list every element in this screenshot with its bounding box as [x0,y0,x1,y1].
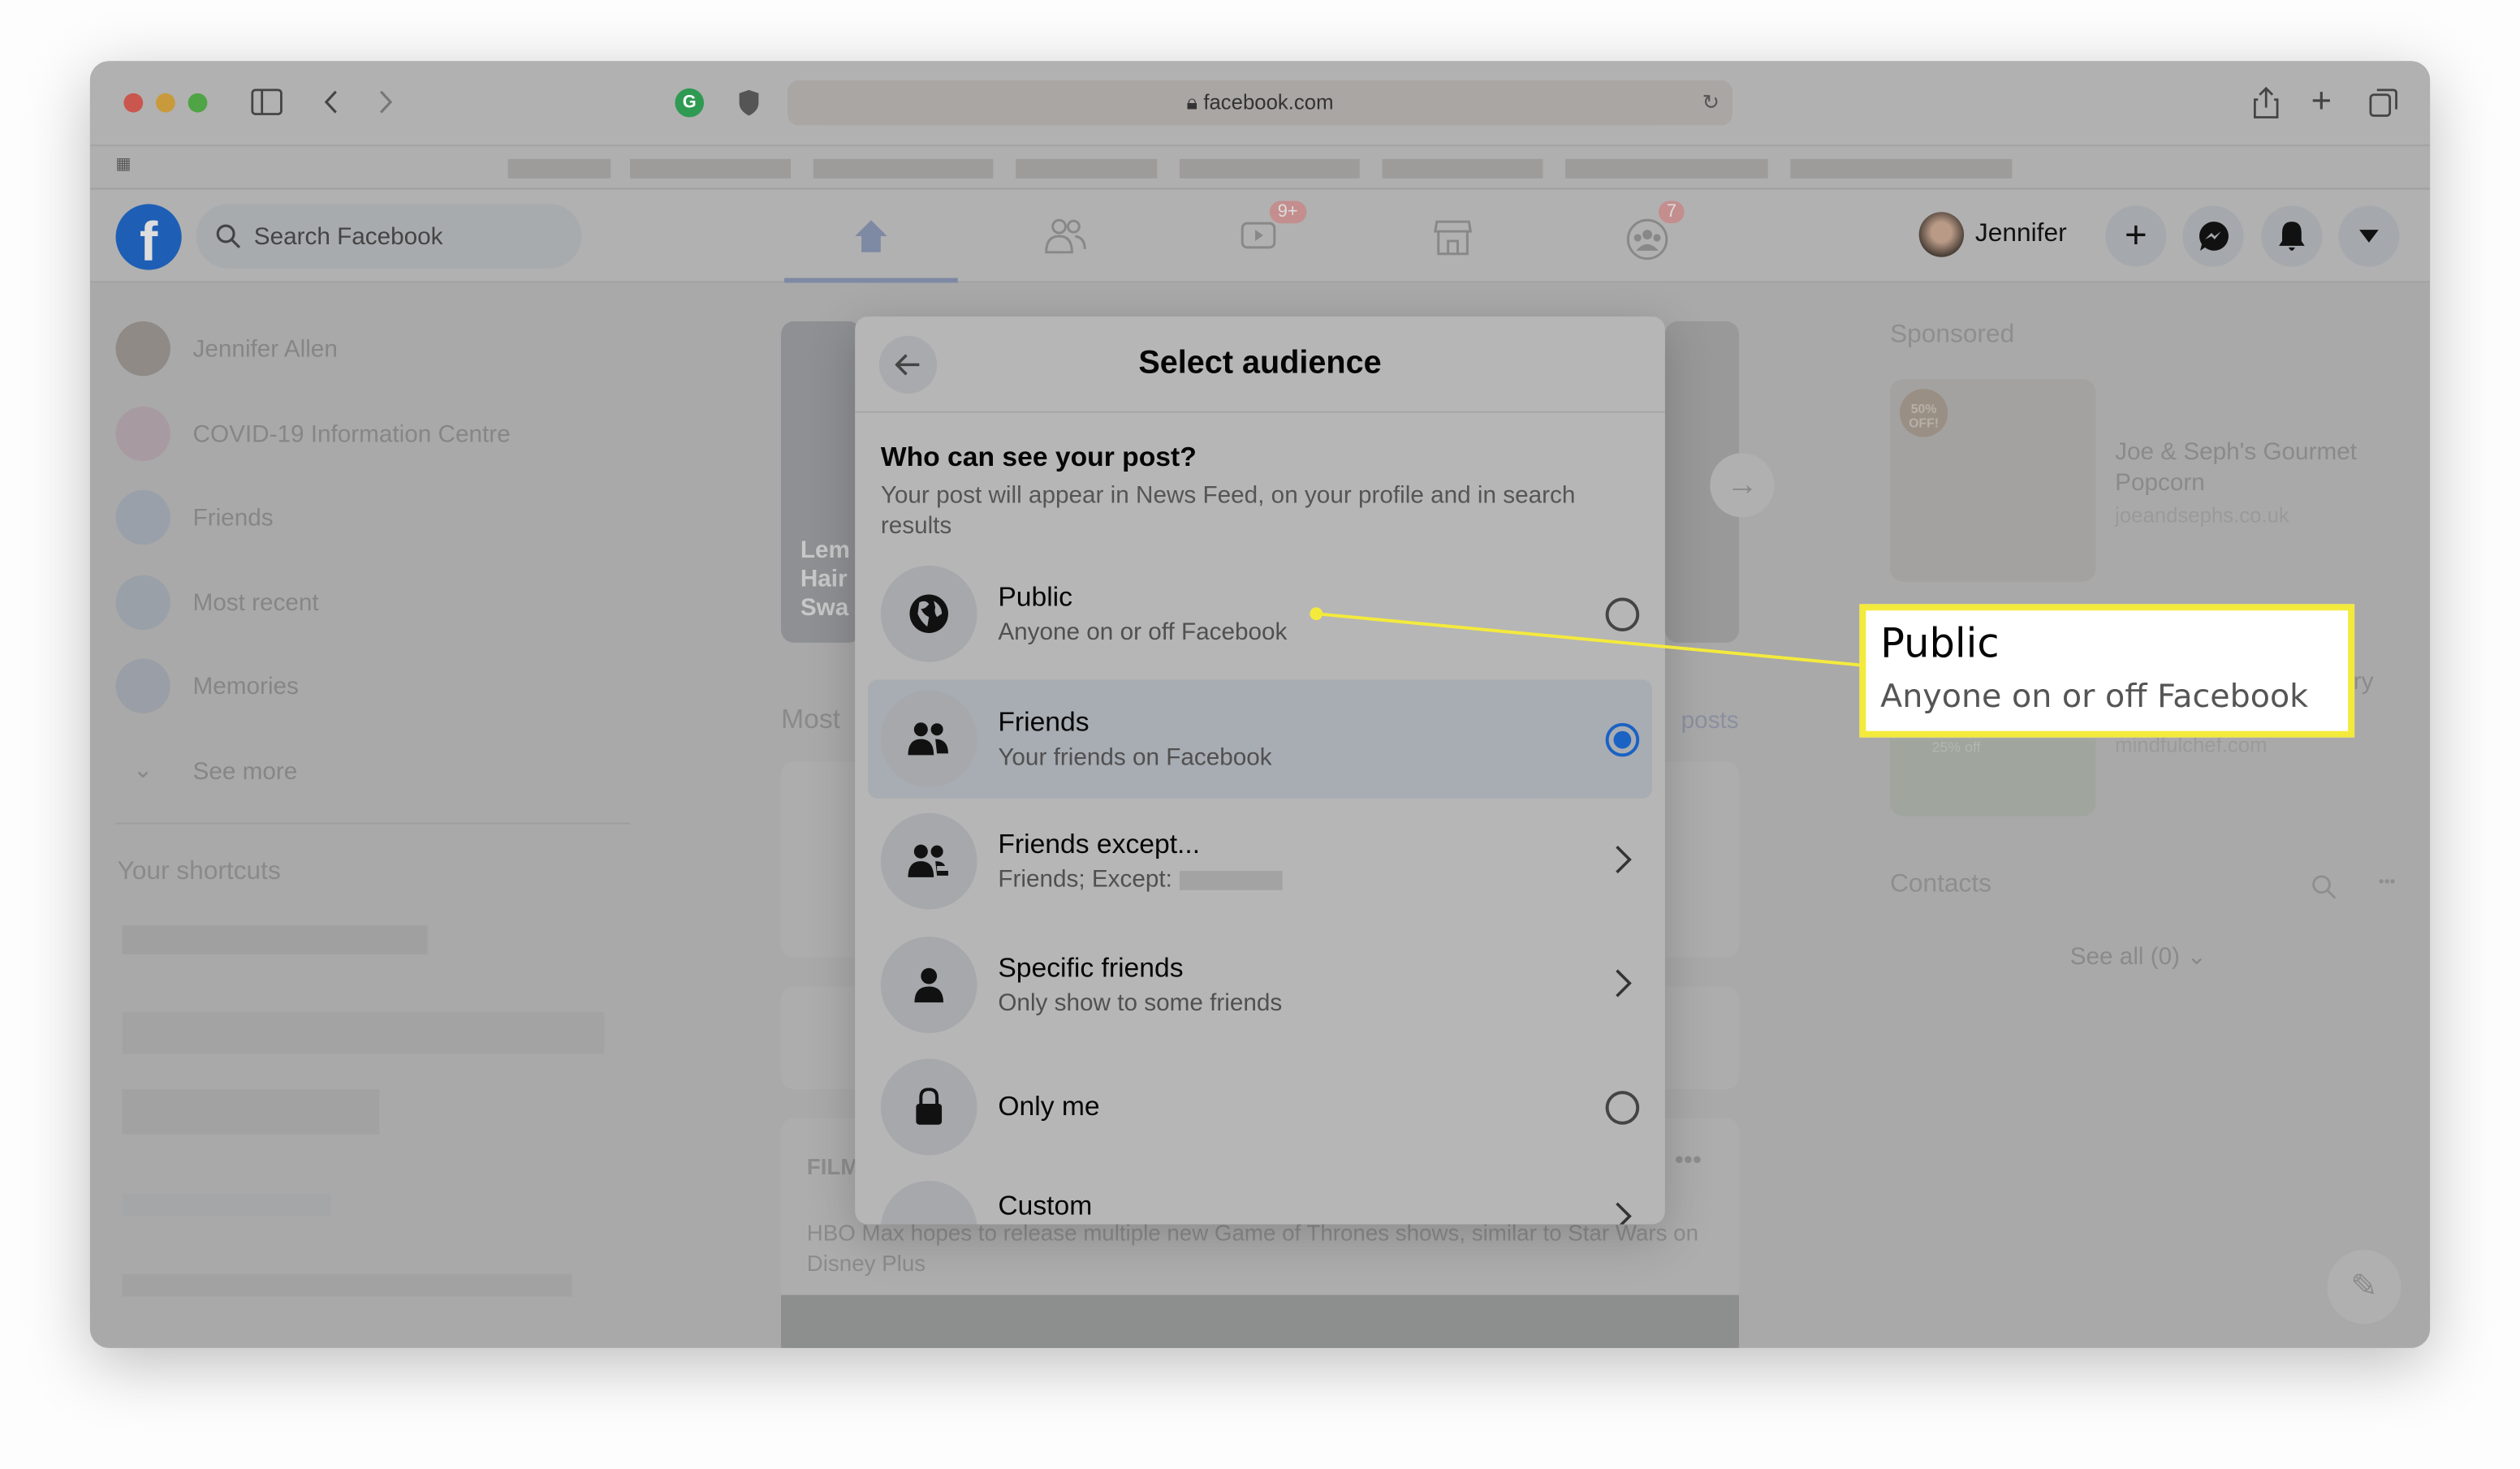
screenshot: G 🔒︎ facebook.com ↻ + ▦ f Search Facebook… [0,0,2520,1469]
annotation-callout: Public Anyone on or off Facebook [1859,604,2355,738]
